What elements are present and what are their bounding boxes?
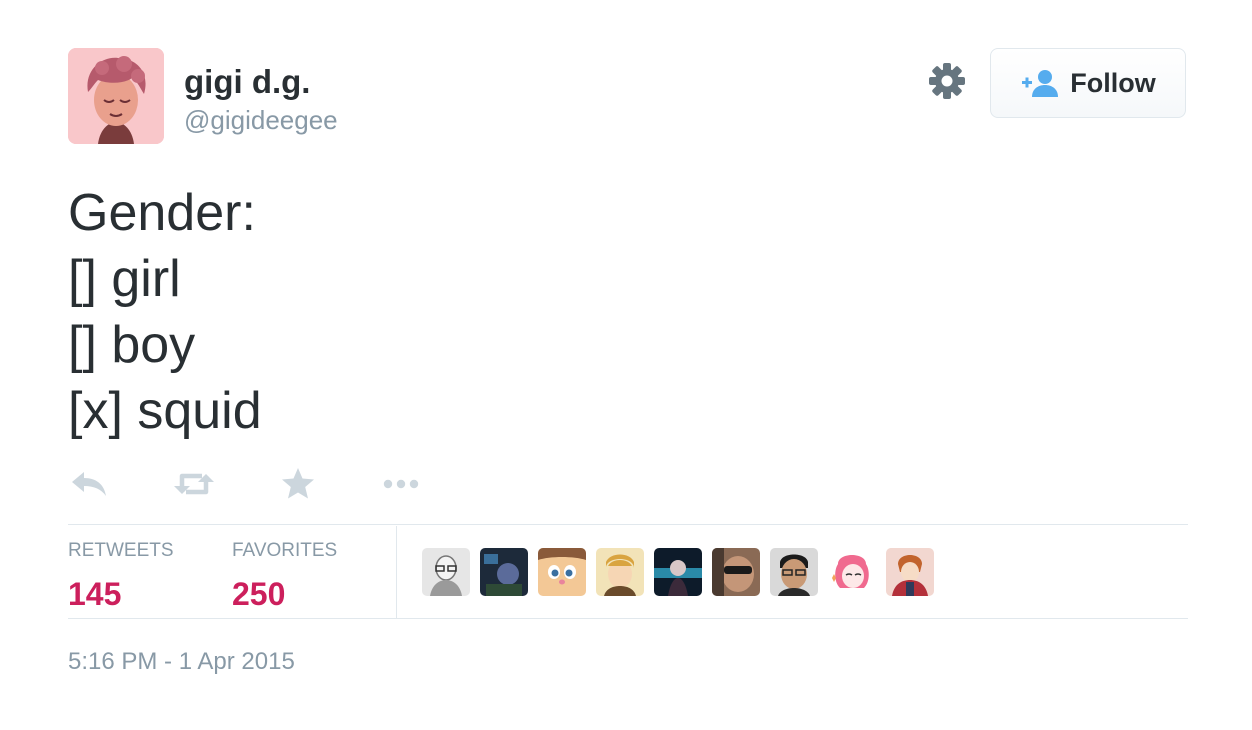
favorites-stat[interactable]: FAVORITES 250 [232,540,337,616]
user-display-name[interactable]: gigi d.g. [184,62,310,102]
favoriter-avatar[interactable] [828,548,876,596]
more-dots-icon[interactable] [380,462,424,506]
favoriter-avatar[interactable] [422,548,470,596]
retweets-stat[interactable]: RETWEETS 145 [68,540,174,616]
tweet-line: [] boy [68,316,196,374]
tweet-line: [] girl [68,250,181,308]
gear-icon[interactable] [928,62,966,100]
favoriter-avatar[interactable] [712,548,760,596]
avatar-illustration [68,48,164,144]
favoriter-avatars [422,548,944,596]
follow-label: Follow [1070,67,1156,98]
add-user-icon [1022,70,1059,97]
stats-top-divider [68,524,1188,525]
favoriter-avatar[interactable] [886,548,934,596]
retweets-count: 145 [68,576,122,612]
favoriter-avatar[interactable] [480,548,528,596]
stats-bottom-divider [68,618,1188,619]
tweet-timestamp[interactable]: 5:16 PM - 1 Apr 2015 [68,646,295,678]
favorites-count: 250 [232,576,286,612]
favoriter-avatar[interactable] [538,548,586,596]
reply-icon[interactable] [68,462,112,506]
profile-avatar[interactable] [68,48,164,144]
favorites-label: FAVORITES [232,540,338,561]
retweets-label: RETWEETS [68,540,174,561]
favoriter-avatar[interactable] [654,548,702,596]
user-handle[interactable]: @gigideegee [184,104,338,136]
tweet-line: Gender: [68,184,256,242]
favoriter-avatar[interactable] [596,548,644,596]
tweet-line: [x] squid [68,382,262,440]
star-icon[interactable] [276,462,320,506]
favoriter-avatar[interactable] [770,548,818,596]
retweet-icon[interactable] [172,462,216,506]
follow-button[interactable]: Follow [990,48,1186,118]
stats-vertical-divider [396,526,397,618]
tweet-text: Gender: [] girl [] boy [x] squid [68,180,262,444]
